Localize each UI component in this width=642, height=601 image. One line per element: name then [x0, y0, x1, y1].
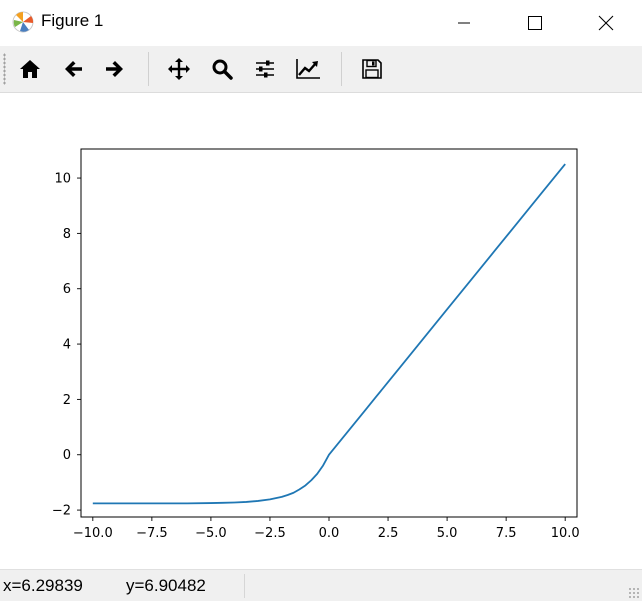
pan-button[interactable] [163, 54, 195, 84]
y-tick-label: −2 [52, 504, 71, 519]
matplotlib-icon [12, 11, 34, 33]
toolbar-grip[interactable] [3, 53, 6, 85]
x-tick-label: −2.5 [254, 526, 286, 541]
maximize-icon [528, 16, 542, 30]
x-tick-label: −10.0 [73, 526, 113, 541]
arrow-left-icon [65, 61, 82, 77]
toolbar-separator [148, 52, 149, 86]
y-tick-label: 0 [63, 448, 71, 463]
forward-button[interactable] [99, 54, 131, 84]
window-title: Figure 1 [41, 11, 104, 30]
back-button[interactable] [57, 54, 89, 84]
magnifier-icon [212, 59, 233, 80]
x-tick-label: 5.0 [437, 526, 458, 541]
zoom-button[interactable] [206, 54, 238, 84]
cursor-y-readout: y=6.90482 [126, 576, 206, 595]
resize-grip[interactable] [628, 587, 640, 599]
navigation-toolbar [0, 46, 642, 93]
x-tick-label: 0.0 [319, 526, 340, 541]
home-button[interactable] [14, 54, 46, 84]
status-bar: x=6.29839 y=6.90482 [0, 569, 642, 601]
move-icon [168, 58, 190, 80]
save-button[interactable] [356, 54, 388, 84]
subplots-button[interactable] [249, 54, 281, 84]
maximize-button[interactable] [512, 0, 558, 46]
status-separator [244, 574, 245, 598]
plot-area [80, 148, 578, 518]
x-tick-label: −7.5 [136, 526, 168, 541]
x-tick-label: 2.5 [378, 526, 399, 541]
cursor-x-readout: x=6.29839 [3, 576, 83, 595]
figure-canvas[interactable]: −10.0 −7.5 −5.0 −2.5 0.0 2.5 5.0 7.5 10.0 −2 0 2 4 6… [0, 93, 642, 569]
close-button[interactable] [583, 0, 629, 46]
edit-axes-button[interactable] [292, 54, 324, 84]
x-tick-label: 7.5 [496, 526, 517, 541]
line-plot[interactable]: −10.0 −7.5 −5.0 −2.5 0.0 2.5 5.0 7.5 10.0 −2 0 2 4 6… [0, 93, 642, 569]
home-icon [20, 60, 40, 78]
close-icon [598, 15, 614, 31]
line-chart-icon [296, 59, 320, 79]
title-bar: Figure 1 [0, 0, 642, 46]
y-tick-label: 8 [63, 227, 71, 242]
arrow-right-icon [106, 61, 123, 77]
minimize-button[interactable] [441, 0, 487, 46]
toolbar-separator [341, 52, 342, 86]
y-tick-label: 10 [54, 172, 71, 187]
minimize-icon [458, 22, 470, 24]
y-axis: −2 0 2 4 6 8 10 [52, 172, 81, 519]
x-tick-label: −5.0 [195, 526, 227, 541]
y-tick-label: 4 [63, 338, 71, 353]
x-tick-label: 10.0 [551, 526, 580, 541]
y-tick-label: 2 [63, 393, 71, 408]
floppy-disk-icon [362, 59, 382, 79]
x-axis: −10.0 −7.5 −5.0 −2.5 0.0 2.5 5.0 7.5 10.0 [73, 517, 580, 541]
y-tick-label: 6 [63, 282, 71, 297]
sliders-icon [256, 60, 274, 78]
